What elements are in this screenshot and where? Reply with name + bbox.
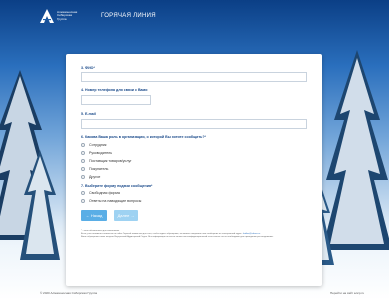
radio-label: Сотрудник [89, 143, 107, 147]
radio-label: Покупатель [89, 167, 109, 171]
copyright: © 2020 Алмазоносная Сибирская Группа [40, 291, 98, 295]
site-link[interactable]: Перейти на сайт алср.ru [330, 291, 364, 295]
email-input[interactable] [81, 119, 307, 129]
radio-role-buyer[interactable]: Покупатель [81, 167, 108, 171]
question-phone: 4. Номер телефона для связи с Вами [81, 88, 148, 92]
radio-label: Руководитель [89, 151, 113, 155]
question-role: 6. Какова Ваша роль в организации, о кот… [81, 135, 206, 139]
question-form-type: 7. Выберите форму подачи сообщения* [81, 184, 153, 188]
company-logo[interactable]: Алмазоносная Сибирская Группа [40, 9, 83, 23]
radio-role-employee[interactable]: Сотрудник [81, 143, 106, 147]
radio-button[interactable] [81, 175, 85, 179]
radio-form-free[interactable]: Свободная форма [81, 191, 120, 195]
radio-role-manager[interactable]: Руководитель [81, 151, 112, 155]
radio-label: Ответы на наводящие вопросы [89, 199, 142, 203]
radio-button[interactable] [81, 151, 85, 155]
email-link[interactable]: hotline@alrosa.ru [243, 233, 260, 235]
radio-role-supplier[interactable]: Поставщик товаров/услуг [81, 159, 132, 163]
next-button[interactable]: Далее → [114, 210, 138, 221]
confidential-note: Ваше обращение также получит Внутренний … [81, 236, 274, 238]
radio-button[interactable] [81, 143, 85, 147]
radio-form-guided[interactable]: Ответы на наводящие вопросы [81, 199, 141, 203]
question-email: 5. E-mail [81, 112, 96, 116]
radio-button[interactable] [81, 199, 85, 203]
radio-label: Свободная форма [89, 191, 120, 195]
logo-line: Группа [57, 16, 67, 21]
form-note: * - поля обязательны для заполнения Если… [81, 230, 309, 239]
page-title: ГОРЯЧАЯ ЛИНИЯ [101, 13, 156, 19]
phone-input[interactable] [81, 95, 151, 105]
fio-input[interactable] [81, 72, 307, 82]
site-header: Алмазоносная Сибирская Группа ГОРЯЧАЯ ЛИ… [40, 6, 156, 26]
logo-icon [40, 9, 54, 23]
radio-button[interactable] [81, 167, 85, 171]
radio-button[interactable] [81, 191, 85, 195]
radio-label: Другое [89, 175, 101, 179]
snowy-tree-left-small [20, 150, 60, 260]
contact-note: Если у вас возникли сложности на сайте Г… [81, 233, 243, 235]
question-fio: 3. ФИО* [81, 66, 95, 70]
back-button[interactable]: ← Назад [81, 210, 107, 221]
hotline-form: 3. ФИО* 4. Номер телефона для связи с Ва… [66, 54, 322, 286]
radio-button[interactable] [81, 159, 85, 163]
radio-role-other[interactable]: Другое [81, 175, 100, 179]
logo-text: Алмазоносная Сибирская Группа [57, 10, 83, 21]
radio-label: Поставщик товаров/услуг [89, 159, 132, 163]
